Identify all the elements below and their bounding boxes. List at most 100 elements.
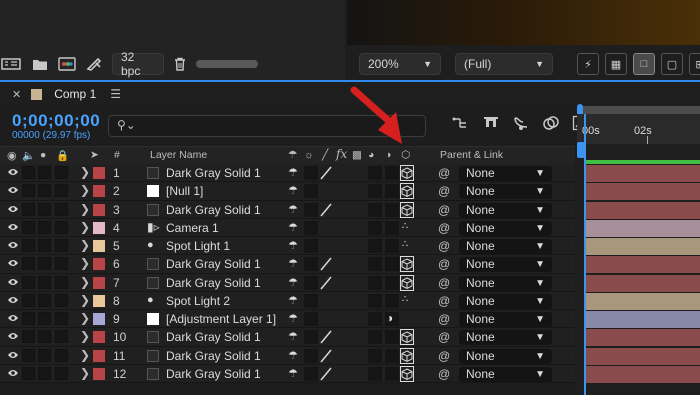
audio-switch[interactable] — [22, 166, 35, 179]
eye-icon[interactable] — [7, 350, 19, 360]
region-of-interest-icon[interactable]: ▢ — [661, 53, 683, 75]
eye-icon[interactable] — [7, 222, 19, 232]
parent-dropdown[interactable]: None ▼ — [459, 166, 552, 181]
quality-slash-icon[interactable] — [318, 367, 334, 381]
layer-row[interactable]: ❯ 12 Dark Gray Solid 1 ☂ @ None ▼ — [0, 364, 575, 383]
shy-layers-icon[interactable] — [512, 115, 530, 131]
motion-blur-switch[interactable] — [368, 348, 382, 363]
shy-switch-icon[interactable]: ☂ — [288, 349, 298, 362]
eye-icon[interactable] — [7, 368, 19, 378]
pick-whip-icon[interactable]: @ — [438, 203, 450, 217]
shy-switch-icon[interactable]: ☂ — [288, 257, 298, 270]
shy-switch-icon[interactable]: ☂ — [288, 312, 298, 325]
3d-layer-cube-icon[interactable] — [400, 274, 414, 291]
adjustment-switch[interactable]: ◑ — [385, 311, 399, 326]
collapse-switch[interactable] — [304, 348, 318, 363]
audio-switch[interactable] — [22, 348, 35, 362]
magnification-dropdown[interactable]: 200% ▼ — [359, 53, 441, 75]
layer-name[interactable]: [Adjustment Layer 1] — [166, 312, 276, 326]
quality-slash-icon[interactable] — [318, 203, 334, 217]
render-queue-icon[interactable] — [86, 57, 102, 71]
eye-icon[interactable] — [7, 167, 19, 177]
motion-blur-switch[interactable] — [368, 275, 382, 290]
collapse-switch[interactable] — [304, 293, 318, 308]
interpret-footage-icon[interactable] — [0, 57, 22, 71]
eye-icon[interactable] — [7, 258, 19, 268]
layer-duration-bar[interactable] — [584, 311, 700, 328]
layer-row[interactable]: ❯ 2 [Null 1] ☂ @ None ▼ — [0, 182, 575, 201]
chevron-right-icon[interactable]: ❯ — [80, 220, 90, 234]
layer-duration-bar[interactable] — [584, 347, 700, 365]
parent-dropdown[interactable]: None ▼ — [459, 366, 552, 382]
motion-blur-switch[interactable] — [368, 220, 382, 235]
chevron-right-icon[interactable]: ❯ — [80, 293, 90, 307]
shy-switch-icon[interactable]: ☂ — [288, 294, 298, 307]
layer-row[interactable]: ❯ 8 ● Spot Light 2 ☂ ∴ @ None ▼ — [0, 291, 575, 310]
solo-column-icon[interactable]: ● — [40, 149, 46, 161]
transparency-grid-icon[interactable]: ▦ — [605, 53, 627, 75]
resolution-dropdown[interactable]: (Full) ▼ — [455, 53, 553, 75]
solo-switch[interactable] — [38, 330, 51, 344]
comp-flowchart-icon[interactable] — [452, 115, 470, 131]
layer-name[interactable]: Spot Light 1 — [166, 239, 230, 253]
audio-switch[interactable] — [22, 184, 35, 198]
lock-switch[interactable] — [55, 275, 68, 289]
audio-switch[interactable] — [22, 330, 35, 344]
motion-blur-switch[interactable] — [368, 366, 382, 381]
chevron-right-icon[interactable]: ❯ — [80, 311, 90, 325]
layer-name[interactable]: Dark Gray Solid 1 — [166, 276, 261, 290]
collapse-switch[interactable] — [304, 257, 318, 272]
label-color-swatch[interactable] — [93, 240, 105, 252]
layer-row[interactable]: ❯ 10 Dark Gray Solid 1 ☂ @ None ▼ — [0, 328, 575, 347]
3d-layer-cube-icon[interactable] — [400, 183, 414, 200]
bit-depth-button[interactable]: 32 bpc — [112, 50, 164, 78]
pick-whip-icon[interactable]: @ — [438, 294, 450, 308]
layer-name[interactable]: Camera 1 — [166, 221, 219, 235]
eye-icon[interactable] — [7, 204, 19, 214]
parent-dropdown[interactable]: None ▼ — [459, 220, 552, 236]
audio-switch[interactable] — [22, 275, 35, 289]
parent-dropdown[interactable]: None ▼ — [459, 275, 552, 291]
lock-switch[interactable] — [55, 366, 68, 380]
label-color-swatch[interactable] — [93, 331, 105, 344]
current-time-indicator[interactable] — [584, 114, 586, 395]
layer-row[interactable]: ❯ 7 Dark Gray Solid 1 ☂ @ None ▼ — [0, 273, 575, 292]
3d-layer-cube-icon[interactable] — [400, 256, 414, 273]
layer-name[interactable]: Dark Gray Solid 1 — [166, 367, 261, 381]
layer-name-header[interactable]: Layer Name — [150, 149, 207, 161]
adjustment-switch[interactable] — [385, 348, 399, 363]
chevron-right-icon[interactable]: ❯ — [80, 165, 90, 179]
collapse-switch[interactable] — [304, 275, 318, 290]
quality-slash-icon[interactable] — [318, 166, 334, 180]
collapse-switch[interactable] — [304, 330, 318, 345]
3d-layer-cube-icon[interactable] — [400, 201, 414, 218]
quality-slash-icon[interactable] — [318, 330, 334, 344]
layer-duration-bar[interactable] — [584, 365, 700, 383]
pick-whip-icon[interactable]: @ — [438, 276, 450, 290]
motion-blur-switch[interactable] — [368, 330, 382, 345]
shy-switch-icon[interactable]: ☂ — [288, 203, 298, 216]
lock-switch[interactable] — [55, 312, 68, 325]
video-visibility-column-icon[interactable]: ◉ — [7, 149, 17, 162]
layer-row[interactable]: ❯ 5 ● Spot Light 1 ☂ ∴ @ None ▼ — [0, 237, 575, 256]
adjustment-switch[interactable] — [385, 239, 399, 253]
pick-whip-icon[interactable]: @ — [438, 367, 450, 381]
eye-icon[interactable] — [7, 240, 19, 250]
time-ruler[interactable]: 00s 02s — [577, 114, 700, 144]
audio-switch[interactable] — [22, 257, 35, 271]
solo-switch[interactable] — [38, 275, 51, 289]
chevron-right-icon[interactable]: ❯ — [80, 183, 90, 197]
frame-blending-icon[interactable] — [542, 115, 560, 131]
motion-blur-switch[interactable] — [368, 293, 382, 308]
layer-duration-bar[interactable] — [584, 183, 700, 201]
label-color-swatch[interactable] — [93, 221, 105, 234]
lock-switch[interactable] — [55, 184, 68, 198]
collapse-switch[interactable] — [304, 312, 318, 326]
motion-blur-switch[interactable] — [368, 239, 382, 253]
motion-blur-switch[interactable] — [368, 184, 382, 199]
3d-layer-cube-icon[interactable] — [400, 329, 414, 346]
comp-tab-title[interactable]: Comp 1 — [54, 87, 96, 101]
layer-name[interactable]: Dark Gray Solid 1 — [166, 257, 261, 271]
adjustment-switch[interactable] — [385, 184, 399, 199]
layer-row[interactable]: ❯ 1 Dark Gray Solid 1 ☂ @ None ▼ — [0, 164, 575, 183]
